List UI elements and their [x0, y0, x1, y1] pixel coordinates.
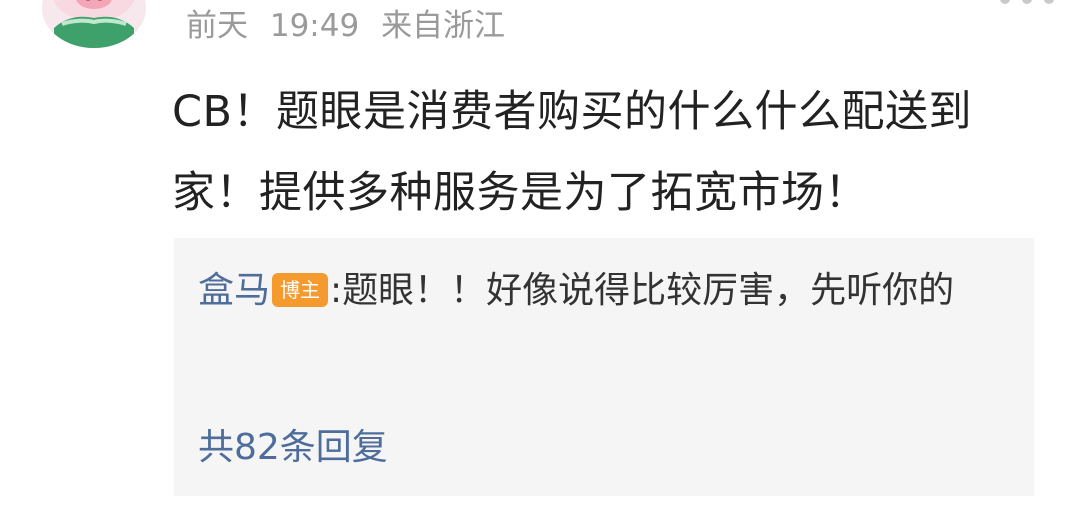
reply-author[interactable]: 盒马: [198, 270, 270, 311]
avatar-icon: [42, 0, 146, 48]
more-dot: [1044, 0, 1054, 4]
avatar[interactable]: [42, 0, 146, 48]
comment-meta: 前天 19:49 来自浙江: [186, 4, 505, 48]
more-dot: [1022, 0, 1032, 4]
reply-preview-text: 盒马 博主:题眼！！好像说得比较厉害，先听你的: [198, 262, 1008, 320]
reply-preview[interactable]: 盒马 博主:题眼！！好像说得比较厉害，先听你的 共82条回复: [174, 238, 1034, 496]
more-icon[interactable]: [954, 0, 1054, 8]
comment-time: 19:49: [269, 8, 360, 44]
reply-separator: :: [330, 270, 343, 311]
comment-text: CB！题眼是消费者购买的什么什么配送到家！提供多种服务是为了拓宽市场！: [172, 87, 973, 218]
reply-count-link[interactable]: 共82条回复: [198, 424, 388, 472]
more-dot: [1000, 0, 1010, 4]
comment-date: 前天: [186, 8, 248, 44]
reply-content: 题眼！！好像说得比较厉害，先听你的: [342, 270, 955, 311]
author-badge: 博主: [272, 273, 329, 307]
comment-location: 来自浙江: [381, 8, 506, 44]
